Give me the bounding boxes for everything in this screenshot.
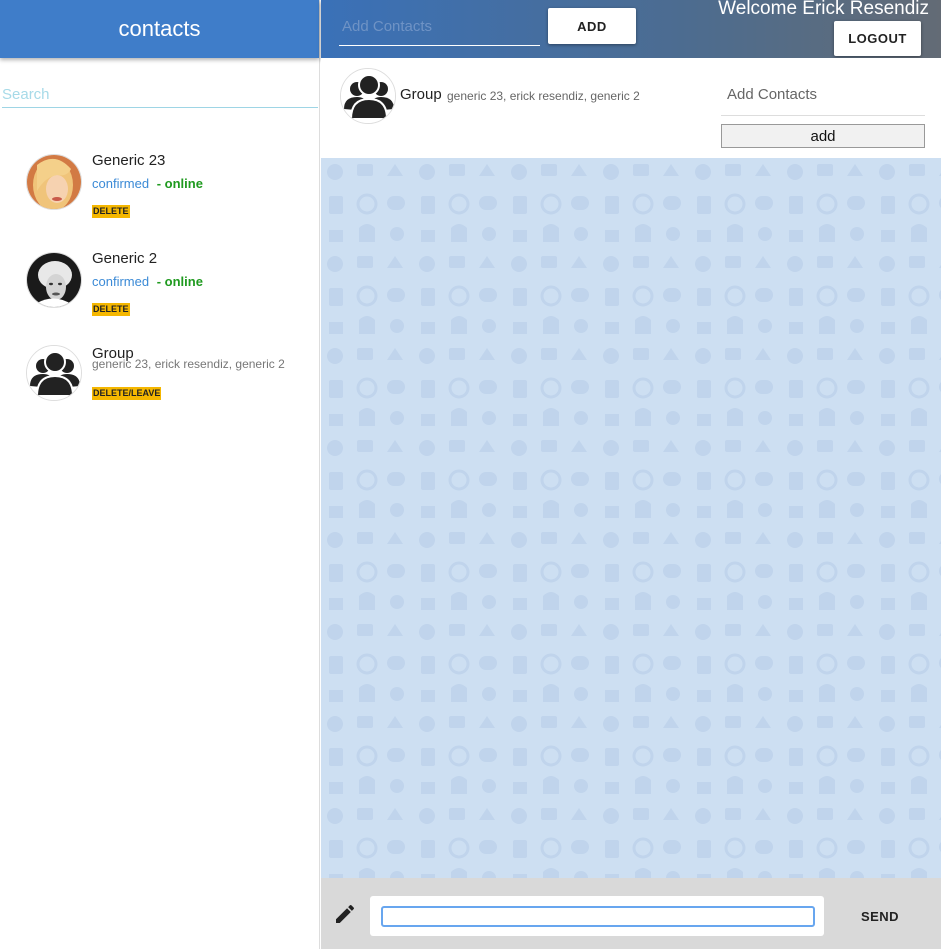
chat-members: generic 23, erick resendiz, generic 2 bbox=[447, 89, 640, 103]
welcome-message: Welcome Erick Resendiz bbox=[718, 0, 929, 19]
contact-item-group[interactable]: Group generic 23, erick resendiz, generi… bbox=[26, 345, 306, 405]
add-contacts-to-group-input[interactable] bbox=[721, 74, 925, 116]
confirmed-label: confirmed bbox=[92, 176, 150, 191]
group-members: generic 23, erick resendiz, generic 2 bbox=[92, 357, 285, 371]
contacts-sidebar: contacts Generic 23 confirmed - online D… bbox=[0, 0, 320, 949]
confirmed-label: confirmed bbox=[92, 274, 150, 289]
avatar bbox=[26, 154, 82, 210]
chat-background-pattern bbox=[321, 158, 941, 878]
delete-leave-button[interactable]: DELETE/LEAVE bbox=[92, 387, 162, 400]
avatar bbox=[26, 345, 82, 401]
contact-item-generic-2[interactable]: Generic 2 confirmed - online DELETE bbox=[26, 250, 306, 316]
online-label: - online bbox=[156, 274, 203, 289]
chat-title: Group bbox=[400, 86, 442, 103]
contact-item-generic-23[interactable]: Generic 23 confirmed - online DELETE bbox=[26, 152, 306, 218]
chat-avatar bbox=[340, 68, 396, 124]
message-input[interactable] bbox=[381, 906, 815, 927]
group-icon bbox=[27, 346, 81, 400]
message-composer: SEND bbox=[321, 878, 941, 949]
add-contacts-input[interactable] bbox=[339, 8, 540, 46]
message-input-wrapper bbox=[370, 896, 824, 936]
delete-button[interactable]: DELETE bbox=[92, 205, 130, 218]
chat-header: Group generic 23, erick resendiz, generi… bbox=[321, 58, 941, 158]
send-button[interactable]: SEND bbox=[841, 902, 919, 930]
marilyn-bw-photo bbox=[27, 253, 81, 307]
add-to-group-button[interactable]: add bbox=[721, 124, 925, 148]
pencil-icon[interactable] bbox=[333, 902, 357, 926]
blonde-woman-photo bbox=[27, 155, 81, 209]
contact-name: Generic 23 bbox=[92, 152, 166, 169]
group-icon bbox=[341, 69, 395, 123]
search-input[interactable] bbox=[2, 82, 318, 108]
message-area bbox=[321, 158, 941, 878]
contact-name: Generic 2 bbox=[92, 250, 158, 267]
delete-button[interactable]: DELETE bbox=[92, 303, 130, 316]
top-bar: ADD Welcome Erick Resendiz LOGOUT bbox=[321, 0, 941, 58]
online-label: - online bbox=[156, 176, 203, 191]
contact-status: confirmed - online bbox=[92, 274, 203, 289]
add-button[interactable]: ADD bbox=[548, 8, 636, 44]
contact-status: confirmed - online bbox=[92, 176, 203, 191]
avatar bbox=[26, 252, 82, 308]
sidebar-title: contacts bbox=[118, 16, 201, 41]
sidebar-header: contacts bbox=[0, 0, 319, 58]
logout-button[interactable]: LOGOUT bbox=[834, 21, 921, 56]
